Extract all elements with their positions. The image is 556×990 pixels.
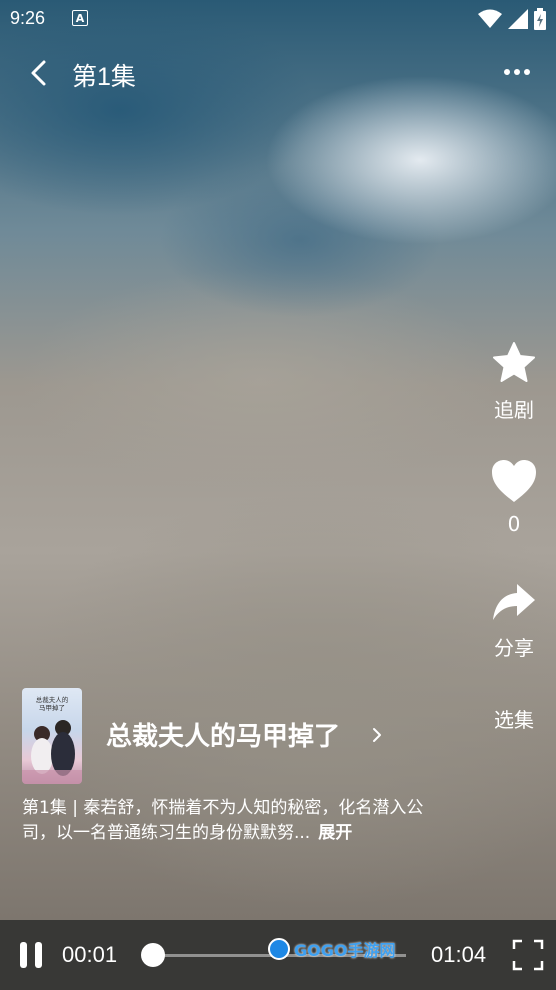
drama-title[interactable]: 总裁夫人的马甲掉了 <box>106 716 340 753</box>
video-frame[interactable] <box>0 0 556 920</box>
wifi-icon <box>478 9 502 28</box>
heart-icon <box>492 460 536 502</box>
follow-drama-button[interactable]: 追剧 <box>482 340 546 423</box>
watermark-logo-icon <box>268 938 290 960</box>
like-count: 0 <box>507 512 521 536</box>
signal-icon <box>508 9 528 29</box>
episode-description: 第1集 | 秦若舒，怀揣着不为人知的秘密，化名潜入公司，以一名普通练习生的身份默… <box>22 796 442 846</box>
fullscreen-icon[interactable] <box>512 939 544 971</box>
current-time: 00:01 <box>62 942 118 967</box>
expand-button[interactable]: 展开 <box>318 823 352 843</box>
like-button[interactable]: 0 <box>482 458 546 536</box>
episode-title: 第1集 <box>72 63 136 91</box>
more-icon[interactable] <box>502 64 532 80</box>
status-icons <box>478 8 546 30</box>
back-icon[interactable] <box>24 56 54 90</box>
top-bar: 第1集 <box>0 50 556 96</box>
follow-drama-label: 追剧 <box>494 398 534 422</box>
description-text: 第1集 | 秦若舒，怀揣着不为人知的秘密，化名潜入公司，以一名普通练习生的身份默… <box>22 798 424 843</box>
battery-icon <box>534 8 546 30</box>
notification-icon: A <box>72 10 88 26</box>
share-icon <box>493 584 535 620</box>
drama-poster[interactable]: 总裁夫人的 马甲掉了 <box>22 688 82 784</box>
chevron-right-icon[interactable] <box>370 724 384 746</box>
poster-image: 总裁夫人的 马甲掉了 <box>22 695 82 784</box>
watermark-text: GOGO手游网 <box>294 941 396 960</box>
share-label: 分享 <box>494 636 534 660</box>
episodes-label: 选集 <box>494 708 534 732</box>
star-icon <box>493 342 535 382</box>
total-time: 01:04 <box>431 942 487 967</box>
watermark: GOGO手游网 <box>268 934 395 964</box>
svg-text:总裁夫人的: 总裁夫人的 <box>36 695 69 704</box>
status-bar: 9:26 A <box>0 0 556 38</box>
pause-icon[interactable] <box>18 941 44 969</box>
progress-thumb[interactable] <box>141 943 165 967</box>
status-time: 9:26 <box>10 8 46 28</box>
episodes-button[interactable]: 选集 <box>482 700 546 733</box>
svg-text:马甲掉了: 马甲掉了 <box>39 703 65 712</box>
share-button[interactable]: 分享 <box>482 578 546 661</box>
